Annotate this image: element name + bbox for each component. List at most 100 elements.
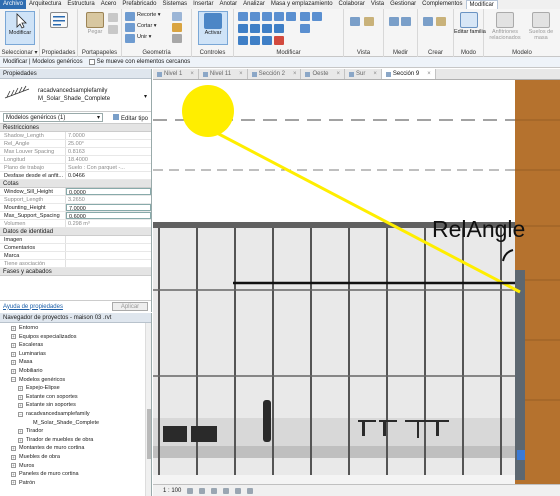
pin-icon[interactable] <box>262 36 272 45</box>
view-scale[interactable]: 1 : 100 <box>163 488 181 494</box>
property-value[interactable] <box>66 236 151 243</box>
dimension-icon[interactable] <box>401 17 411 26</box>
property-value[interactable] <box>66 244 151 251</box>
apply-button[interactable]: Aplicar <box>112 302 148 311</box>
close-icon[interactable]: × <box>239 69 243 79</box>
chevron-down-icon[interactable]: ▾ <box>144 93 147 100</box>
trim-icon[interactable] <box>274 24 284 33</box>
mirror-draw-icon[interactable] <box>274 12 284 21</box>
selection-dropdown[interactable]: Seleccionar ▾ <box>0 49 39 56</box>
menu-tab[interactable]: Insertar <box>190 0 216 9</box>
property-category[interactable]: Restricciones <box>0 124 151 132</box>
tree-item[interactable]: + Patrón <box>0 479 151 488</box>
array-icon[interactable] <box>238 36 248 45</box>
menu-tab[interactable]: Estructura <box>64 0 97 9</box>
menu-tab[interactable]: Archivo <box>0 0 27 9</box>
expand-icon[interactable]: + <box>11 463 16 469</box>
collapse-icon[interactable]: − <box>11 377 16 383</box>
tree-item[interactable]: − Modelos genéricos <box>0 376 151 385</box>
property-value[interactable] <box>66 252 151 259</box>
create-group-icon[interactable] <box>436 17 446 26</box>
demolish-icon[interactable] <box>172 34 182 43</box>
edit-family-button[interactable]: Editar familia <box>454 11 486 45</box>
tree-item[interactable]: − racadvancedsamplefamily <box>0 410 151 419</box>
menu-tab[interactable]: Anotar <box>216 0 240 9</box>
align-icon[interactable] <box>238 12 248 21</box>
copy-element-icon[interactable] <box>250 24 260 33</box>
menu-tab[interactable]: Masa y emplazamiento <box>268 0 336 9</box>
expand-icon[interactable]: + <box>11 471 16 477</box>
related-hosts-button[interactable]: Anfitriones relacionados <box>488 11 522 45</box>
shadows-icon[interactable] <box>223 487 230 494</box>
expand-icon[interactable]: + <box>18 385 23 391</box>
moves-with-nearby-checkbox[interactable] <box>88 59 95 65</box>
properties-button[interactable] <box>44 11 74 45</box>
browser-scroll-thumb[interactable] <box>147 409 151 459</box>
view-tab[interactable]: Sur × <box>345 69 382 79</box>
modify-button[interactable]: Modificar <box>5 11 35 45</box>
tree-item[interactable]: + Luminarias <box>0 350 151 359</box>
expand-icon[interactable]: + <box>11 334 16 340</box>
trim-extend-icon[interactable] <box>300 12 310 21</box>
close-icon[interactable]: × <box>373 69 377 79</box>
tree-item[interactable]: + Tirador <box>0 427 151 436</box>
section-view-canvas[interactable]: RelAngle <box>153 80 560 484</box>
cut-dropdown[interactable]: Cortar ▾ <box>137 23 157 29</box>
mirror-axis-icon[interactable] <box>262 12 272 21</box>
tree-item[interactable]: + Estante con soportes <box>0 393 151 402</box>
cut-icon[interactable] <box>108 13 118 22</box>
tree-item[interactable]: + Masa <box>0 358 151 367</box>
tree-item[interactable]: + Montantes de muro cortina <box>0 444 151 453</box>
close-icon[interactable]: × <box>190 69 194 79</box>
expand-icon[interactable]: + <box>11 480 16 486</box>
expand-icon[interactable]: + <box>11 342 16 348</box>
edit-type-button[interactable]: Editar tipo <box>112 113 148 122</box>
copy-icon[interactable] <box>108 25 118 34</box>
expand-icon[interactable]: + <box>11 454 16 460</box>
rotate-icon[interactable] <box>262 24 272 33</box>
split-face-icon[interactable] <box>172 12 182 21</box>
join-dropdown[interactable]: Unir ▾ <box>137 34 151 40</box>
tree-item[interactable]: + Estante sin soportes <box>0 401 151 410</box>
browser-scrollbar[interactable] <box>145 323 151 496</box>
view-tab[interactable]: Sección 9 × <box>381 69 436 79</box>
property-value[interactable]: 0.0000 <box>66 188 151 195</box>
view-tab[interactable]: Nivel 1 × <box>153 69 199 79</box>
collapse-icon[interactable]: − <box>18 411 23 417</box>
expand-icon[interactable]: + <box>11 368 16 374</box>
delete-icon[interactable] <box>274 36 284 45</box>
menu-tab[interactable]: Colaborar <box>336 0 368 9</box>
view-tab[interactable]: Sección 2 × <box>248 69 302 79</box>
menu-tab[interactable]: Gestionar <box>387 0 419 9</box>
expand-icon[interactable]: + <box>18 428 23 434</box>
expand-icon[interactable]: + <box>11 325 16 331</box>
unpin-icon[interactable] <box>300 24 310 33</box>
view-tab[interactable]: Nivel 11 × <box>199 69 248 79</box>
menu-tab[interactable]: Prefabricado <box>119 0 159 9</box>
menu-tab[interactable]: Analizar <box>240 0 268 9</box>
instance-filter-dropdown[interactable]: Modelos genéricos (1) ▾ <box>3 113 103 122</box>
activate-controls-button[interactable]: Activar <box>198 11 228 45</box>
view-hide-icon[interactable] <box>364 17 374 26</box>
visual-style-icon[interactable] <box>199 487 206 494</box>
cope-icon[interactable] <box>125 12 135 21</box>
type-selector[interactable]: racadvancedsamplefamily M_Solar_Shade_Co… <box>0 79 151 112</box>
menu-tab[interactable]: Acero <box>98 0 120 9</box>
view-override-icon[interactable] <box>350 17 360 26</box>
sun-path-icon[interactable] <box>211 487 218 494</box>
properties-help-link[interactable]: Ayuda de propiedades <box>3 304 63 310</box>
tree-item[interactable]: M_Solar_Shade_Complete <box>0 419 151 428</box>
tree-item[interactable]: + Espejo-Elipse <box>0 384 151 393</box>
create-similar-icon[interactable] <box>423 17 433 26</box>
property-category[interactable]: Datos de identidad <box>0 228 151 236</box>
temporary-hide-icon[interactable] <box>247 487 254 494</box>
property-value[interactable]: 7.0000 <box>66 204 151 211</box>
expand-icon[interactable]: + <box>11 351 16 357</box>
property-category[interactable]: Fases y acabados <box>0 268 151 276</box>
tree-item[interactable]: + Paneles de muro cortina <box>0 470 151 479</box>
cope-dropdown[interactable]: Recorte ▾ <box>137 12 161 18</box>
close-icon[interactable]: × <box>427 69 431 79</box>
close-icon[interactable]: × <box>337 69 341 79</box>
tree-item[interactable]: + Mobiliario <box>0 367 151 376</box>
menu-tab[interactable]: Modificar <box>465 0 498 9</box>
